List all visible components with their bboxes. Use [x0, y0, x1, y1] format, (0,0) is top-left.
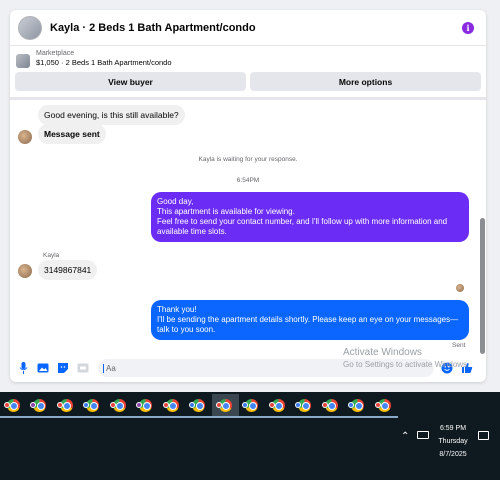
- profile-badge-icon: [83, 401, 90, 408]
- gif-icon[interactable]: [76, 361, 90, 375]
- sender-avatar[interactable]: [18, 130, 32, 144]
- profile-badge-icon: [189, 401, 196, 408]
- profile-badge-icon: [136, 401, 143, 408]
- watermark-subtitle: Go to Settings to activate Windows.: [343, 360, 470, 369]
- taskbar-chrome-window[interactable]: [26, 394, 53, 418]
- chat-window: Kayla · 2 Beds 1 Bath Apartment/condo i …: [10, 10, 486, 382]
- more-options-button[interactable]: More options: [250, 72, 481, 91]
- taskbar-chrome-window[interactable]: [79, 394, 106, 418]
- incoming-message: Good evening, is this still available?: [38, 105, 185, 125]
- watermark-title: Activate Windows: [343, 347, 422, 358]
- view-buyer-button[interactable]: View buyer: [15, 72, 246, 91]
- chrome-icon: [295, 398, 312, 412]
- profile-badge-icon: [348, 401, 355, 408]
- incoming-message: 3149867841: [38, 260, 98, 280]
- profile-badge-icon: [56, 401, 63, 408]
- taskbar-chrome-window[interactable]: [318, 394, 345, 418]
- listing-thumbnail: [16, 54, 30, 68]
- chrome-icon: [30, 398, 47, 412]
- tray-chevron-up-icon[interactable]: ⌃: [401, 431, 409, 442]
- profile-badge-icon: [3, 401, 10, 408]
- message-list: Good evening, is this still available? M…: [10, 100, 486, 349]
- message-line: talk to you soon.: [157, 325, 216, 334]
- listing-label: Marketplace: [36, 50, 75, 57]
- microphone-icon[interactable]: [16, 361, 30, 375]
- profile-badge-icon: [295, 401, 302, 408]
- taskbar-chrome-window[interactable]: [0, 394, 27, 418]
- notification-icon[interactable]: [478, 431, 489, 440]
- listing-avatar[interactable]: [18, 15, 42, 40]
- message-input-placeholder: Aa: [103, 363, 116, 373]
- activation-watermark: Activate Windows Go to Settings to activ…: [343, 347, 469, 369]
- taskbar-chrome-window[interactable]: [291, 394, 318, 418]
- taskbar-chrome-window[interactable]: [265, 394, 292, 418]
- taskbar-chrome-window[interactable]: [106, 394, 133, 418]
- chrome-icon: [109, 398, 126, 412]
- message-line: Good day,: [157, 197, 194, 206]
- sender-avatar[interactable]: [18, 264, 32, 278]
- seen-avatar: [456, 284, 464, 292]
- message-line: available time slots.: [157, 227, 227, 236]
- scrollbar[interactable]: [480, 218, 485, 354]
- message-line: Feel free to send your contact number, a…: [157, 217, 448, 226]
- clock-date: 8/7/2025: [439, 451, 467, 458]
- taskbar-chrome-window[interactable]: [344, 394, 371, 418]
- sender-name: Kayla: [43, 252, 60, 259]
- chrome-icon: [56, 398, 73, 412]
- info-glyph: i: [466, 22, 470, 33]
- taskbar-apps: [0, 394, 398, 418]
- profile-badge-icon: [374, 401, 381, 408]
- chrome-icon: [242, 398, 259, 412]
- chat-title: Kayla · 2 Beds 1 Bath Apartment/condo: [50, 21, 256, 34]
- clock-time: 6:59 PM: [439, 425, 467, 432]
- sticker-icon[interactable]: [56, 361, 70, 375]
- photo-icon[interactable]: [36, 361, 50, 375]
- taskbar-chrome-window[interactable]: [371, 394, 398, 418]
- system-clock[interactable]: 6:59 PM Thursday 8/7/2025: [438, 422, 468, 461]
- message-line: I'll be sending the apartment details sh…: [157, 315, 459, 324]
- chrome-icon: [83, 398, 100, 412]
- profile-badge-icon: [109, 401, 116, 408]
- profile-badge-icon: [215, 401, 222, 408]
- profile-badge-icon: [242, 401, 249, 408]
- profile-badge-icon: [30, 401, 37, 408]
- outgoing-message: Good day, This apartment is available fo…: [151, 192, 469, 242]
- timestamp: 6:54PM: [236, 177, 260, 184]
- message-line: This apartment is available for viewing.: [157, 207, 295, 216]
- taskbar-chrome-window[interactable]: [185, 394, 212, 418]
- chrome-icon: [189, 398, 206, 412]
- info-icon[interactable]: i: [462, 21, 474, 34]
- profile-badge-icon: [162, 401, 169, 408]
- taskbar-chrome-window[interactable]: [132, 394, 159, 418]
- chat-header: Kayla · 2 Beds 1 Bath Apartment/condo i: [10, 10, 486, 46]
- listing-summary[interactable]: Marketplace $1,050 · 2 Beds 1 Bath Apart…: [10, 46, 486, 68]
- chrome-icon: [321, 398, 338, 412]
- keyboard-icon[interactable]: [417, 431, 429, 439]
- chrome-icon: [136, 398, 153, 412]
- chrome-icon: [3, 398, 20, 412]
- chrome-icon: [374, 398, 391, 412]
- taskbar-chrome-window[interactable]: [212, 394, 239, 418]
- chrome-icon: [268, 398, 285, 412]
- chrome-icon: [348, 398, 365, 412]
- listing-actions: View buyer More options: [10, 68, 486, 91]
- waiting-notice: Kayla is waiting for your response.: [198, 156, 298, 163]
- chrome-icon: [215, 398, 232, 412]
- profile-badge-icon: [321, 401, 328, 408]
- listing-price: $1,050 · 2 Beds 1 Bath Apartment/condo: [36, 58, 172, 67]
- outgoing-message: Thank you! I'll be sending the apartment…: [151, 300, 469, 340]
- taskbar-chrome-window[interactable]: [238, 394, 265, 418]
- message-line: Thank you!: [157, 305, 197, 314]
- profile-badge-icon: [268, 401, 275, 408]
- taskbar-chrome-window[interactable]: [53, 394, 80, 418]
- clock-day: Thursday: [438, 438, 468, 445]
- taskbar-chrome-window[interactable]: [159, 394, 186, 418]
- chrome-icon: [162, 398, 179, 412]
- incoming-message: Message sent: [38, 124, 106, 144]
